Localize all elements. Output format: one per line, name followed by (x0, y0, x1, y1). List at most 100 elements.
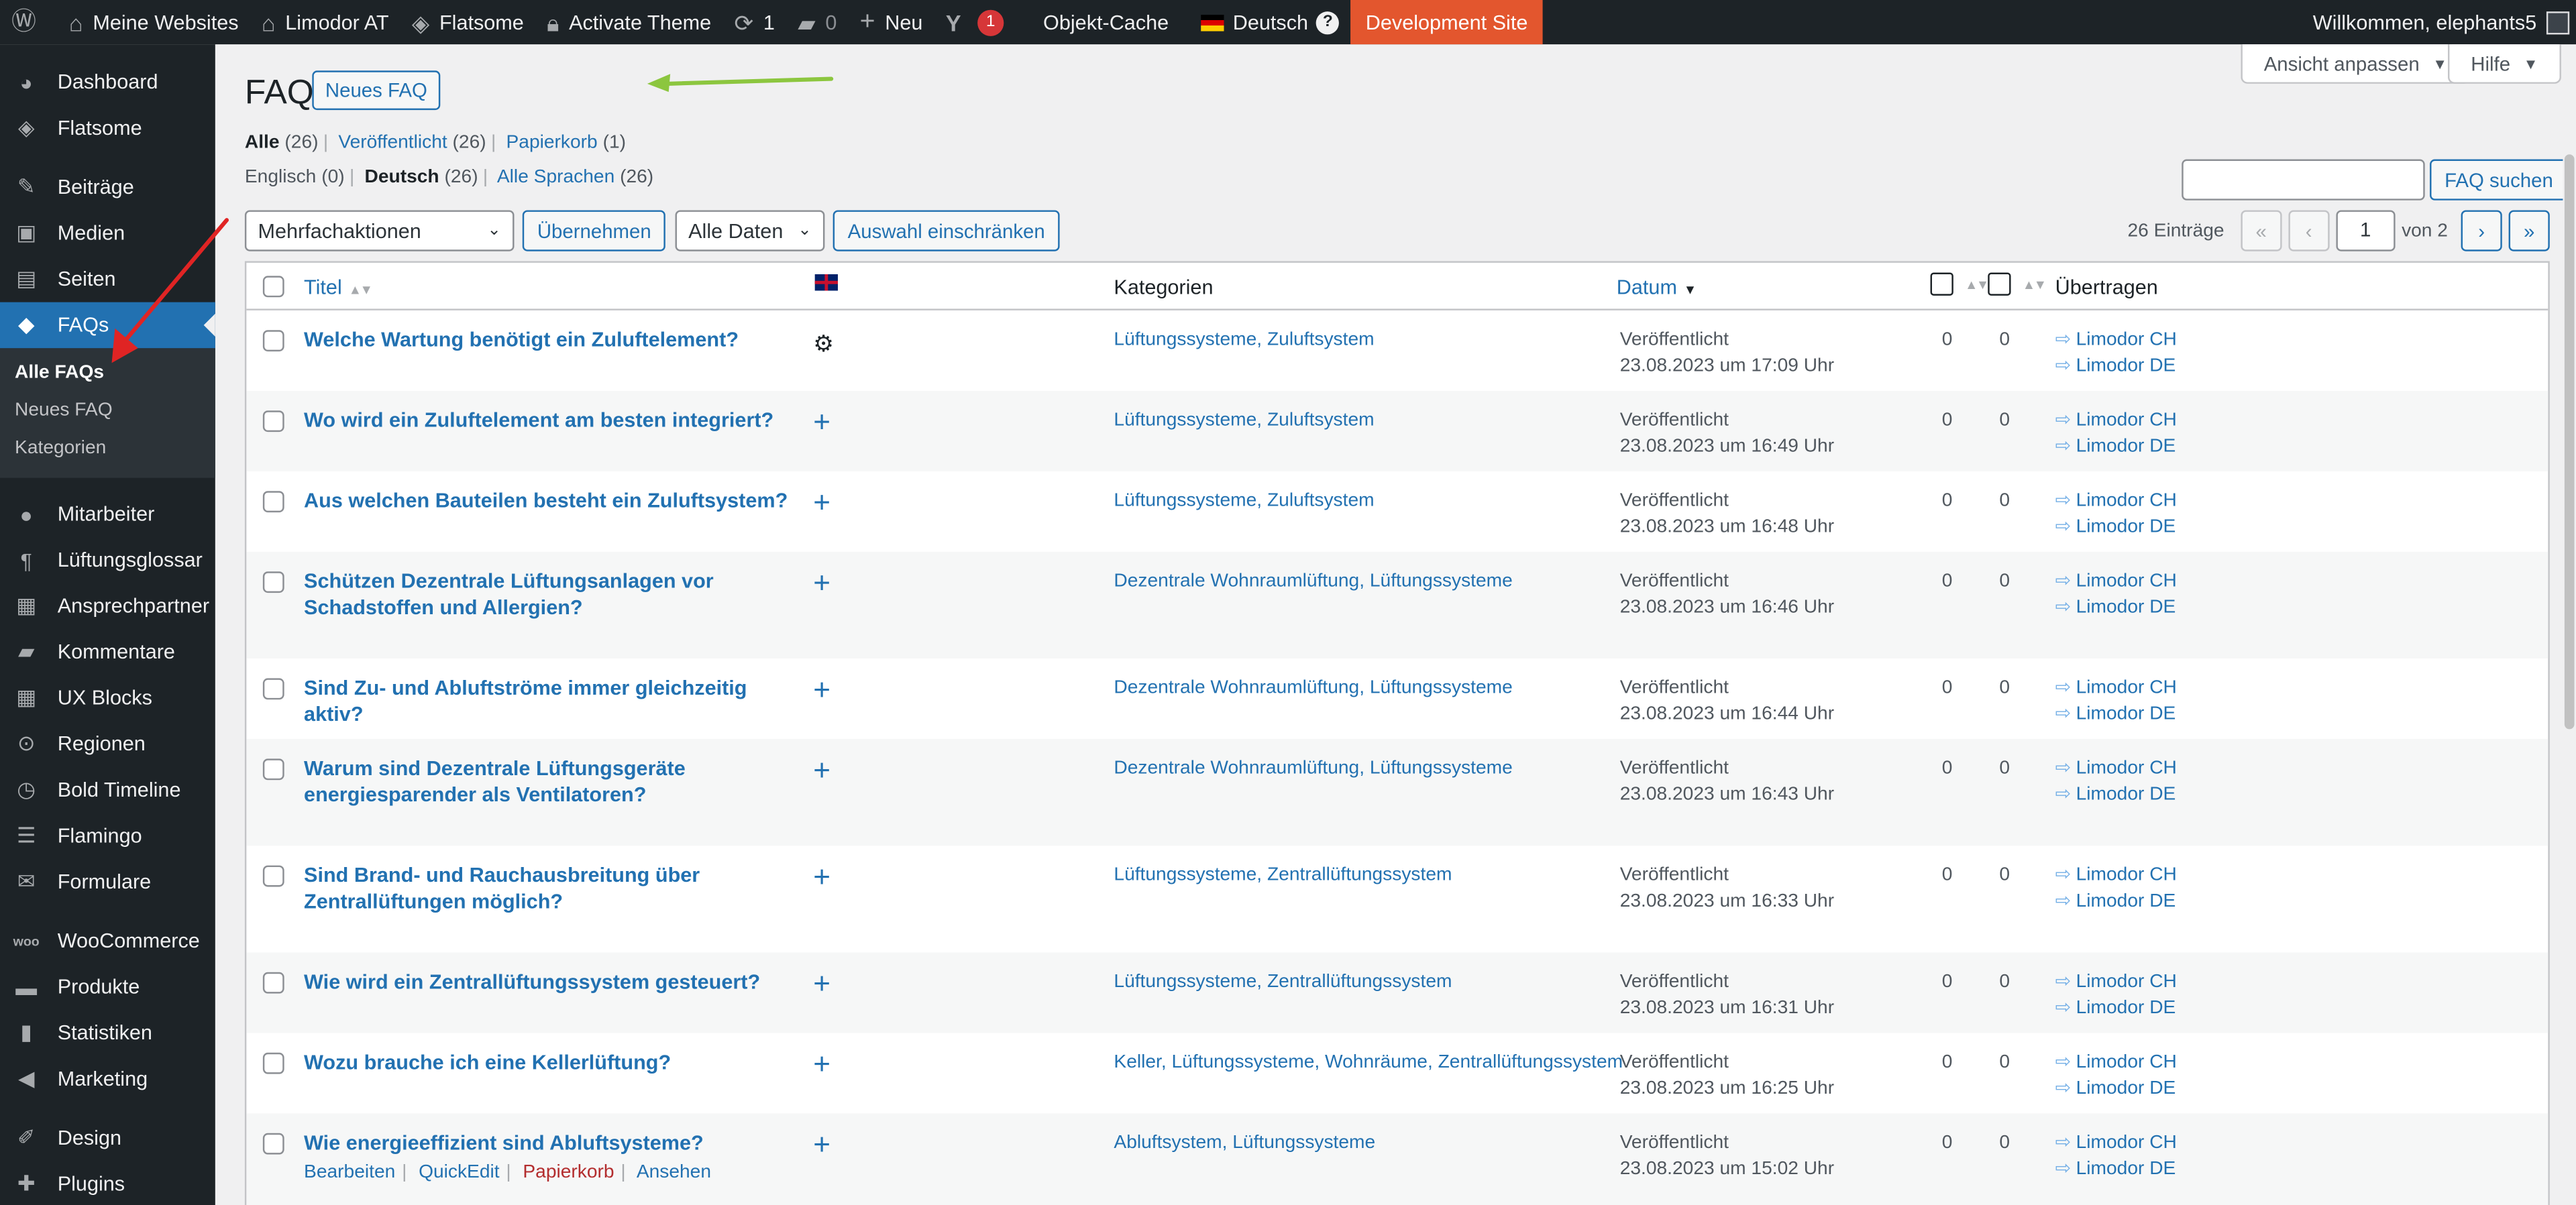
row-checkbox[interactable] (262, 1133, 284, 1155)
scrollbar[interactable] (2563, 89, 2576, 1205)
menu-flamingo[interactable]: ☰ Flamingo (0, 813, 215, 859)
development-site-badge[interactable]: Development Site (1350, 0, 1543, 45)
row-checkbox[interactable] (262, 758, 284, 781)
translation-link-ch[interactable]: ⇨ Limodor CH (2055, 862, 2177, 888)
translation-link-ch[interactable]: ⇨ Limodor CH (2055, 969, 2177, 995)
translation-link-de[interactable]: ⇨ Limodor DE (2055, 353, 2177, 380)
translation-link-de[interactable]: ⇨ Limodor DE (2055, 595, 2177, 621)
row-checkbox[interactable] (262, 410, 284, 433)
first-page-button[interactable]: « (2241, 210, 2282, 251)
row-checkbox[interactable] (262, 330, 284, 352)
menu-lueftungsglossar[interactable]: ¶ Lüftungsglossar (0, 537, 215, 583)
translation-link-de[interactable]: ⇨ Limodor DE (2055, 1076, 2177, 1102)
faq-categories[interactable]: Lüftungssysteme, Zentrallüftungssystem (1114, 969, 1452, 995)
screen-options-button[interactable]: Ansicht anpassen ▼ (2241, 44, 2471, 84)
faq-title-link[interactable]: Schützen Dezentrale Lüftungsanlagen vor … (304, 568, 788, 620)
menu-media[interactable]: ▣ Medien (0, 210, 215, 256)
language-switcher[interactable]: Deutsch? (1190, 0, 1351, 44)
menu-design[interactable]: ✐ Design (0, 1115, 215, 1161)
faq-title-link[interactable]: Wie energieeffizient sind Abluftsysteme? (304, 1130, 788, 1156)
menu-ansprechpartner[interactable]: ▦ Ansprechpartner (0, 583, 215, 629)
menu-statistiken[interactable]: ▮ Statistiken (0, 1010, 215, 1056)
add-translation-icon[interactable]: + (813, 568, 830, 597)
scrollbar-thumb[interactable] (2564, 154, 2575, 730)
menu-regionen[interactable]: ⊙ Regionen (0, 721, 215, 767)
menu-dashboard[interactable]: ◕ Dashboard (0, 59, 215, 105)
next-page-button[interactable]: › (2461, 210, 2502, 251)
add-translation-icon[interactable]: + (813, 407, 830, 437)
menu-mitarbeiter[interactable]: ● Mitarbeiter (0, 491, 215, 537)
search-input[interactable] (2182, 159, 2425, 200)
help-tab-button[interactable]: Hilfe ▼ (2447, 44, 2561, 84)
activate-theme-menu[interactable]: 🔒︎ Activate Theme (535, 0, 722, 44)
add-translation-icon[interactable]: + (813, 1049, 830, 1079)
prev-page-button[interactable]: ‹ (2288, 210, 2330, 251)
faq-title-link[interactable]: Sind Brand- und Rauchausbreitung über Ze… (304, 862, 788, 915)
sort-icon[interactable]: ▲▼ (2023, 278, 2047, 292)
menu-formulare[interactable]: ✉ Formulare (0, 859, 215, 905)
row-checkbox[interactable] (262, 678, 284, 700)
faq-categories[interactable]: Dezentrale Wohnraumlüftung, Lüftungssyst… (1114, 756, 1512, 782)
filter-lang-en[interactable]: Englisch (0) (245, 168, 345, 187)
translation-link-de[interactable]: ⇨ Limodor DE (2055, 995, 2177, 1021)
faq-title-link[interactable]: Warum sind Dezentrale Lüftungsgeräte ene… (304, 756, 788, 808)
translation-link-de[interactable]: ⇨ Limodor DE (2055, 782, 2177, 808)
last-page-button[interactable]: » (2508, 210, 2550, 251)
flatsome-menu[interactable]: ◈ Flatsome (400, 0, 535, 44)
faq-categories[interactable]: Abluftsystem, Lüftungssysteme (1114, 1130, 1375, 1156)
submenu-new-faq[interactable]: Neues FAQ (0, 392, 215, 430)
edit-link[interactable]: Bearbeiten (304, 1163, 395, 1182)
translation-link-ch[interactable]: ⇨ Limodor CH (2055, 327, 2177, 353)
row-checkbox[interactable] (262, 865, 284, 887)
yoast-menu[interactable]: Y1 (934, 0, 1016, 44)
filter-trash[interactable]: Papierkorb (1) (506, 133, 627, 152)
add-translation-icon[interactable]: + (813, 487, 830, 517)
bulk-actions-select[interactable]: Mehrfachaktionen ⌄ (244, 210, 515, 251)
menu-posts[interactable]: ✎ Beiträge (0, 164, 215, 211)
trash-link[interactable]: Papierkorb (523, 1163, 614, 1182)
my-sites-menu[interactable]: ⌂ Meine Websites (58, 0, 250, 44)
new-content-menu[interactable]: + Neu (849, 0, 934, 44)
translation-link-ch[interactable]: ⇨ Limodor CH (2055, 407, 2177, 433)
translation-link-de[interactable]: ⇨ Limodor DE (2055, 701, 2177, 728)
updates-menu[interactable]: ⟳ 1 (722, 0, 786, 44)
translation-link-de[interactable]: ⇨ Limodor DE (2055, 888, 2177, 915)
translation-link-de[interactable]: ⇨ Limodor DE (2055, 1156, 2177, 1182)
menu-woocommerce[interactable]: woo WooCommerce (0, 918, 215, 964)
filter-published[interactable]: Veröffentlicht (26) (338, 133, 486, 152)
date-filter-select[interactable]: Alle Daten ⌄ (675, 210, 825, 251)
translation-link-ch[interactable]: ⇨ Limodor CH (2055, 487, 2177, 514)
translation-link-ch[interactable]: ⇨ Limodor CH (2055, 1049, 2177, 1076)
faq-title-link[interactable]: Welche Wartung benötigt ein Zuluftelemen… (304, 327, 788, 353)
menu-ux-blocks[interactable]: ▦ UX Blocks (0, 675, 215, 722)
menu-bold-timeline[interactable]: ◷ Bold Timeline (0, 767, 215, 813)
submenu-categories[interactable]: Kategorien (0, 431, 215, 468)
apply-bulk-button[interactable]: Übernehmen (522, 210, 666, 251)
column-date[interactable]: Datum ▼ (1617, 276, 1697, 298)
view-link[interactable]: Ansehen (637, 1163, 711, 1182)
translation-link-ch[interactable]: ⇨ Limodor CH (2055, 756, 2177, 782)
faq-categories[interactable]: Lüftungssysteme, Zentrallüftungssystem (1114, 862, 1452, 888)
add-translation-icon[interactable]: + (813, 756, 830, 785)
comments-menu[interactable]: ▰ 0 (786, 0, 848, 44)
wordpress-logo[interactable]: Ⓦ (0, 0, 58, 44)
filter-lang-all[interactable]: Alle Sprachen (26) (497, 168, 653, 187)
current-page-input[interactable]: 1 (2336, 210, 2396, 251)
faq-categories[interactable]: Lüftungssysteme, Zuluftsystem (1114, 407, 1374, 433)
row-checkbox[interactable] (262, 972, 284, 994)
faq-categories[interactable]: Lüftungssysteme, Zuluftsystem (1114, 327, 1374, 353)
faq-categories[interactable]: Keller, Lüftungssysteme, Wohnräume, Zent… (1114, 1049, 1623, 1076)
menu-produkte[interactable]: ▬ Produkte (0, 964, 215, 1011)
quickedit-link[interactable]: QuickEdit (419, 1163, 500, 1182)
menu-pages[interactable]: ▤ Seiten (0, 256, 215, 302)
object-cache-menu[interactable]: Objekt-Cache (1032, 0, 1180, 44)
add-new-faq-button[interactable]: Neues FAQ (312, 70, 441, 111)
translation-link-de[interactable]: ⇨ Limodor DE (2055, 434, 2177, 460)
row-checkbox[interactable] (262, 491, 284, 513)
gear-icon[interactable]: ⚙ (813, 330, 834, 356)
faq-title-link[interactable]: Wo wird ein Zuluftelement am besten inte… (304, 407, 788, 433)
add-translation-icon[interactable]: + (813, 1130, 830, 1159)
add-translation-icon[interactable]: + (813, 862, 830, 892)
menu-faqs[interactable]: ◆ FAQs (0, 302, 215, 349)
translation-link-ch[interactable]: ⇨ Limodor CH (2055, 675, 2177, 701)
